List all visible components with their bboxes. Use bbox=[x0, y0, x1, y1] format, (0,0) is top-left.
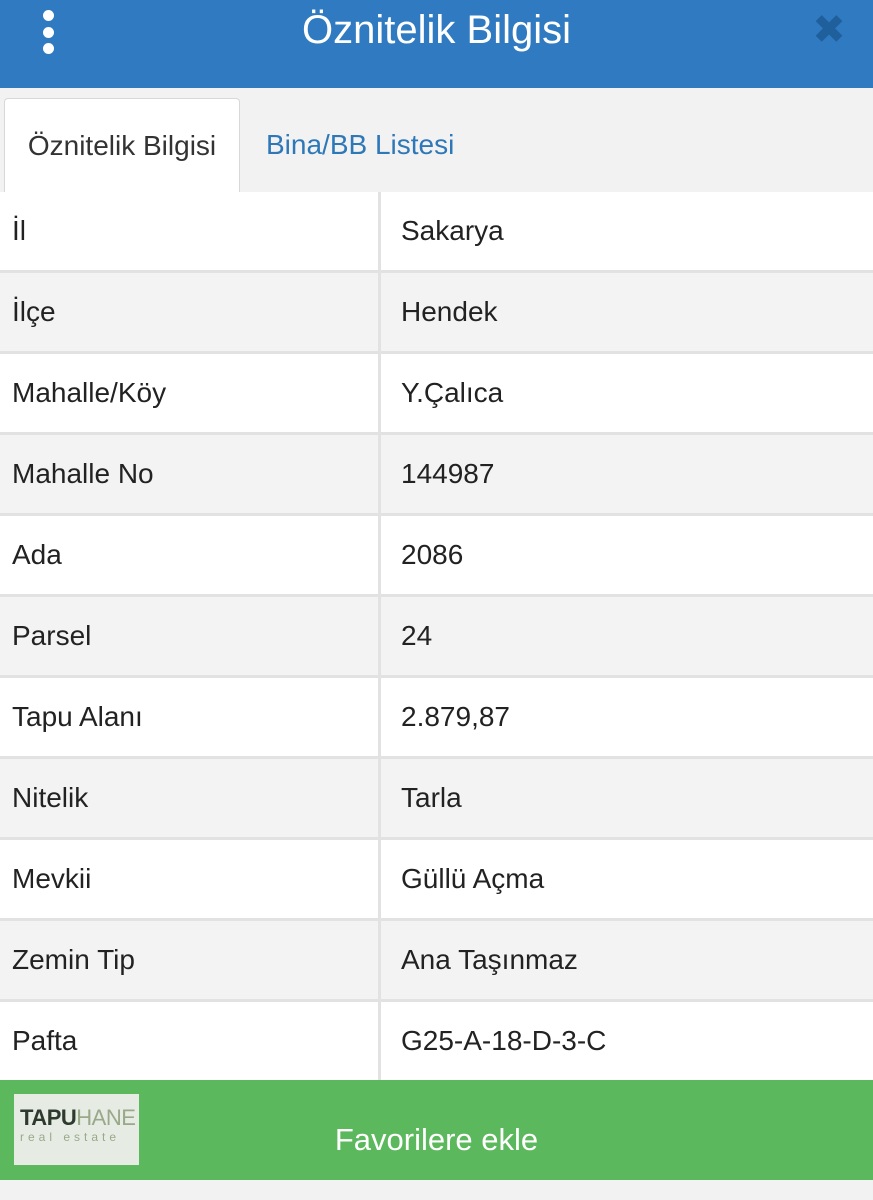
row-label: Mahalle No bbox=[0, 435, 381, 513]
row-value: 2086 bbox=[401, 539, 464, 570]
row-value: Ana Taşınmaz bbox=[401, 944, 578, 975]
table-row: Mahalle No 144987 bbox=[0, 435, 873, 516]
row-value: 24 bbox=[401, 620, 433, 651]
row-label: Nitelik bbox=[0, 759, 381, 837]
row-value: 144987 bbox=[401, 458, 495, 489]
table-row: Tapu Alanı 2.879,87 bbox=[0, 678, 873, 759]
row-label: Zemin Tip bbox=[0, 921, 381, 999]
tab-building-list[interactable]: Bina/BB Listesi bbox=[246, 98, 474, 192]
row-value: Sakarya bbox=[401, 215, 504, 246]
row-label: Pafta bbox=[0, 1002, 381, 1080]
table-row: İlçe Hendek bbox=[0, 273, 873, 354]
logo-wordmark: TAPUHANE bbox=[20, 1105, 136, 1130]
row-value: 2.879,87 bbox=[401, 701, 510, 732]
logo-subtitle: real estate bbox=[20, 1130, 121, 1144]
row-label: Parsel bbox=[0, 597, 381, 675]
app-header: Öznitelik Bilgisi ✖ bbox=[0, 0, 873, 88]
tab-bar: Öznitelik Bilgisi Bina/BB Listesi bbox=[0, 88, 873, 194]
table-row: Zemin Tip Ana Taşınmaz bbox=[0, 921, 873, 1002]
close-icon[interactable]: ✖ bbox=[809, 10, 849, 50]
logo-part2: HANE bbox=[76, 1105, 136, 1130]
table-row: Nitelik Tarla bbox=[0, 759, 873, 840]
row-value: G25-A-18-D-3-C bbox=[401, 1025, 607, 1056]
row-label: Ada bbox=[0, 516, 381, 594]
row-label: İl bbox=[0, 192, 381, 270]
row-label: Mevkii bbox=[0, 840, 381, 918]
row-value: Y.Çalıca bbox=[401, 377, 504, 408]
brand-logo: TAPUHANE real estate bbox=[14, 1094, 139, 1165]
table-row: Ada 2086 bbox=[0, 516, 873, 597]
table-row: Pafta G25-A-18-D-3-C bbox=[0, 1002, 873, 1083]
row-label: Mahalle/Köy bbox=[0, 354, 381, 432]
row-value: Hendek bbox=[401, 296, 498, 327]
table-row: İl Sakarya bbox=[0, 192, 873, 273]
tab-attribute-info[interactable]: Öznitelik Bilgisi bbox=[4, 98, 240, 192]
row-value: Tarla bbox=[401, 782, 462, 813]
row-label: Tapu Alanı bbox=[0, 678, 381, 756]
add-favorite-button[interactable]: Favorilere ekle TAPUHANE real estate bbox=[0, 1080, 873, 1180]
table-row: Parsel 24 bbox=[0, 597, 873, 678]
row-value: Güllü Açma bbox=[401, 863, 545, 894]
logo-part1: TAPU bbox=[20, 1105, 77, 1130]
page-title: Öznitelik Bilgisi bbox=[302, 8, 571, 52]
table-row: Mahalle/Köy Y.Çalıca bbox=[0, 354, 873, 435]
attribute-table: İl Sakarya İlçe Hendek Mahalle/Köy Y.Çal… bbox=[0, 192, 873, 1083]
row-label: İlçe bbox=[0, 273, 381, 351]
table-row: Mevkii Güllü Açma bbox=[0, 840, 873, 921]
